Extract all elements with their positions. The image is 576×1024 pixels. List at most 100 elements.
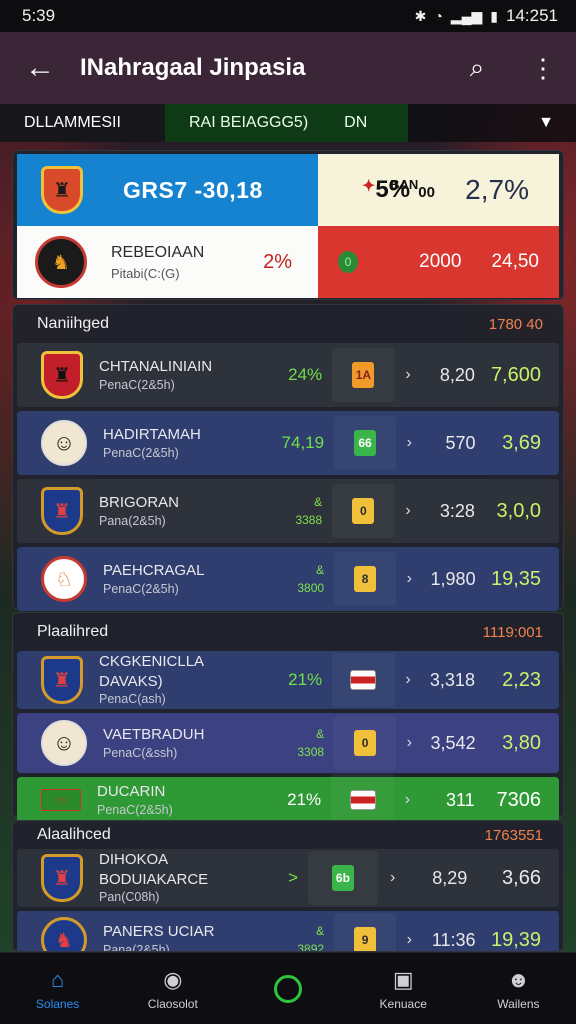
chevron-right-icon[interactable]: › bbox=[396, 570, 423, 588]
team-percent: & 3800 bbox=[236, 561, 324, 597]
more-vert-icon[interactable]: ⋮ bbox=[510, 53, 576, 84]
filter-tab-2[interactable]: RAI BEIAGGG5) DN bbox=[165, 104, 408, 142]
nav-item-home[interactable]: ⌂ Solanes bbox=[0, 953, 115, 1024]
featured-match-card[interactable]: ♜ GRS7 -30,18 ✦5%BAN00 2,7% ♞ REBEOIAAN P… bbox=[12, 150, 564, 300]
filter-tab-1-label: DLLAMMESII bbox=[24, 114, 121, 131]
match-row[interactable]: ☺ HADIRTAMAH PenaC(2&5h) 74,19 66 › 570 3… bbox=[17, 411, 559, 475]
odds-chip: 0 bbox=[352, 498, 375, 524]
odds-chip: 0 bbox=[354, 730, 377, 756]
match-row[interactable]: ♞ PANERS UCIAR Pana(2&5h) & 3892 9 › 11:36… bbox=[17, 911, 559, 951]
nav-item-profile[interactable]: ☻ Wailens bbox=[461, 953, 576, 1024]
chevron-right-icon[interactable]: › bbox=[395, 671, 422, 689]
match-row[interactable]: ♜ CHTANALINIAIN PenaC(2&5h) 24% 1A › 8,20… bbox=[17, 343, 559, 407]
odds-chip-zone[interactable]: 66 bbox=[334, 416, 396, 470]
odds-chip-zone[interactable]: 8 bbox=[334, 552, 396, 606]
nav-label: Wailens bbox=[497, 996, 540, 1011]
team-sub: Pana(2&5h) bbox=[99, 513, 166, 528]
team-sub: PenaC(2&5h) bbox=[97, 802, 173, 817]
team-sub: PenaC(&ssh) bbox=[103, 745, 178, 760]
section-value: 1763551 bbox=[484, 826, 543, 844]
team-percent-top: & bbox=[316, 727, 325, 741]
odds-chip: 6b bbox=[331, 865, 354, 891]
back-arrow-icon[interactable]: ← bbox=[0, 51, 80, 85]
team-percent: > bbox=[288, 868, 299, 887]
featured-odds-box[interactable]: 0 2000 24,50 bbox=[318, 226, 559, 298]
team-percent-bottom: 3800 bbox=[297, 581, 325, 595]
flag-icon: ▭ bbox=[41, 789, 81, 811]
odds-chip-zone[interactable] bbox=[331, 773, 394, 827]
team-name: VAETBRADUH bbox=[103, 726, 205, 744]
nav-item-ball[interactable]: ◉ Claosolot bbox=[115, 953, 230, 1024]
odds-chip-zone[interactable] bbox=[332, 653, 395, 707]
odds-chip-zone[interactable]: 0 bbox=[332, 484, 395, 538]
odds-value: 11:36 bbox=[431, 929, 476, 950]
team-percent-bottom: 3388 bbox=[295, 513, 323, 527]
odds-value-2: 7,600 bbox=[490, 363, 541, 386]
chevron-right-icon[interactable]: › bbox=[396, 434, 423, 452]
status-clock: 14:251 bbox=[506, 6, 558, 25]
nav-item-inbox[interactable]: ▣ Kenuace bbox=[346, 953, 461, 1024]
odds-value-2: 19,39 bbox=[490, 928, 542, 951]
team-percent: 24% bbox=[288, 365, 323, 384]
team-crest-icon: ♜ bbox=[41, 351, 83, 399]
section-value: 1119:001 bbox=[482, 623, 543, 641]
match-row[interactable]: ♜ DIHOKOA BODUIAKARCE Pan(C08h) > 6b › 8,… bbox=[17, 849, 559, 907]
team-crest-icon: ♜ bbox=[41, 656, 83, 704]
wifi-icon: ◔ bbox=[434, 8, 443, 24]
signal-icon: ▂▄▆ bbox=[450, 7, 483, 24]
team-name: CHTANALINIAIN bbox=[99, 358, 213, 376]
odds-value-2: 19,35 bbox=[490, 567, 542, 590]
chevron-right-icon[interactable]: › bbox=[395, 366, 422, 384]
odds-chip-zone[interactable]: 6b bbox=[308, 851, 378, 905]
team-crest-icon: ♜ bbox=[41, 487, 83, 535]
team-percent-top: & bbox=[316, 924, 325, 938]
odds-value-2: 3,80 bbox=[502, 731, 542, 754]
chevron-right-icon[interactable]: › bbox=[394, 791, 421, 809]
filter-bar: DLLAMMESII RAI BEIAGGG5) DN ▼ bbox=[0, 104, 576, 142]
app-bar: ← INahragaal Jinpasia ⌕ ⋮ bbox=[0, 32, 576, 104]
chevron-right-icon[interactable]: › bbox=[378, 869, 408, 887]
match-row[interactable]: ▭ DUCARIN PenaC(2&5h) 21% › 311 7306 bbox=[17, 773, 559, 827]
odds-chip-zone[interactable]: 0 bbox=[334, 716, 396, 770]
odds-chip-zone[interactable]: 9 bbox=[334, 913, 396, 951]
bluetooth-icon: ✱ bbox=[414, 7, 427, 24]
nav-item-center[interactable] bbox=[230, 953, 345, 1024]
section-title: Naniihged bbox=[37, 315, 110, 332]
odds-chip-zone[interactable]: 1A bbox=[332, 348, 395, 402]
team-percent: & 3892 bbox=[236, 922, 325, 951]
chevron-right-icon[interactable]: › bbox=[396, 931, 423, 949]
player-avatar: ☺ bbox=[41, 720, 87, 766]
match-row[interactable]: ♘ PAEHCRAGAL PenaC(2&5h) & 3800 8 › 1,980 … bbox=[17, 547, 559, 611]
section-title: Alaalihced bbox=[37, 826, 111, 843]
ball-icon: ◉ bbox=[163, 966, 183, 992]
team-name: PANERS UCIAR bbox=[103, 923, 215, 941]
team-sub: PenaC(2&5h) bbox=[99, 377, 175, 392]
section-3: Alaalihced 1763551 ♜ DIHOKOA BODUIAKARCE… bbox=[12, 820, 564, 952]
odds-value: 3,542 bbox=[430, 732, 476, 753]
chevron-right-icon[interactable]: › bbox=[395, 502, 422, 520]
match-row[interactable]: ♜ CKGKENICLLA DAVAKS) PenaC(ash) 21% › 3,… bbox=[17, 651, 559, 709]
section-header: Alaalihced 1763551 bbox=[13, 821, 563, 849]
filter-tab-2-sub: DN bbox=[344, 114, 368, 131]
match-row[interactable]: ♜ BRIGORAN Pana(2&5h) & 3388 0 › 3:28 3,0,… bbox=[17, 479, 559, 543]
odds-value-2: 3,0,0 bbox=[496, 499, 541, 522]
chevron-down-icon[interactable]: ▼ bbox=[538, 114, 554, 132]
team-percent-bottom: 3308 bbox=[297, 745, 325, 759]
odds-chip: 1A bbox=[352, 362, 375, 388]
featured-team-percent: 2% bbox=[263, 250, 292, 273]
filter-tab-1[interactable]: DLLAMMESII bbox=[0, 104, 165, 142]
featured-team-sub: Pitabi(C:(G) bbox=[111, 265, 180, 281]
team-percent: 21% bbox=[287, 790, 322, 809]
status-bar: 5:39 ✱ ◔ ▂▄▆ ▮ 14:251 bbox=[0, 0, 576, 32]
chevron-right-icon[interactable]: › bbox=[396, 734, 423, 752]
odds-value-2: 3,69 bbox=[502, 431, 542, 454]
section-title: Plaalihred bbox=[37, 623, 109, 640]
search-icon[interactable]: ⌕ bbox=[444, 52, 510, 84]
team-sub: Pan(C08h) bbox=[99, 890, 160, 905]
odds-value: 311 bbox=[445, 789, 475, 810]
match-row[interactable]: ☺ VAETBRADUH PenaC(&ssh) & 3308 0 › 3,542 … bbox=[17, 713, 559, 773]
odds-value: 3:28 bbox=[439, 500, 475, 521]
battery-icon: ▮ bbox=[490, 7, 498, 24]
inbox-icon: ▣ bbox=[392, 966, 414, 992]
team-percent-top: & bbox=[316, 563, 325, 577]
